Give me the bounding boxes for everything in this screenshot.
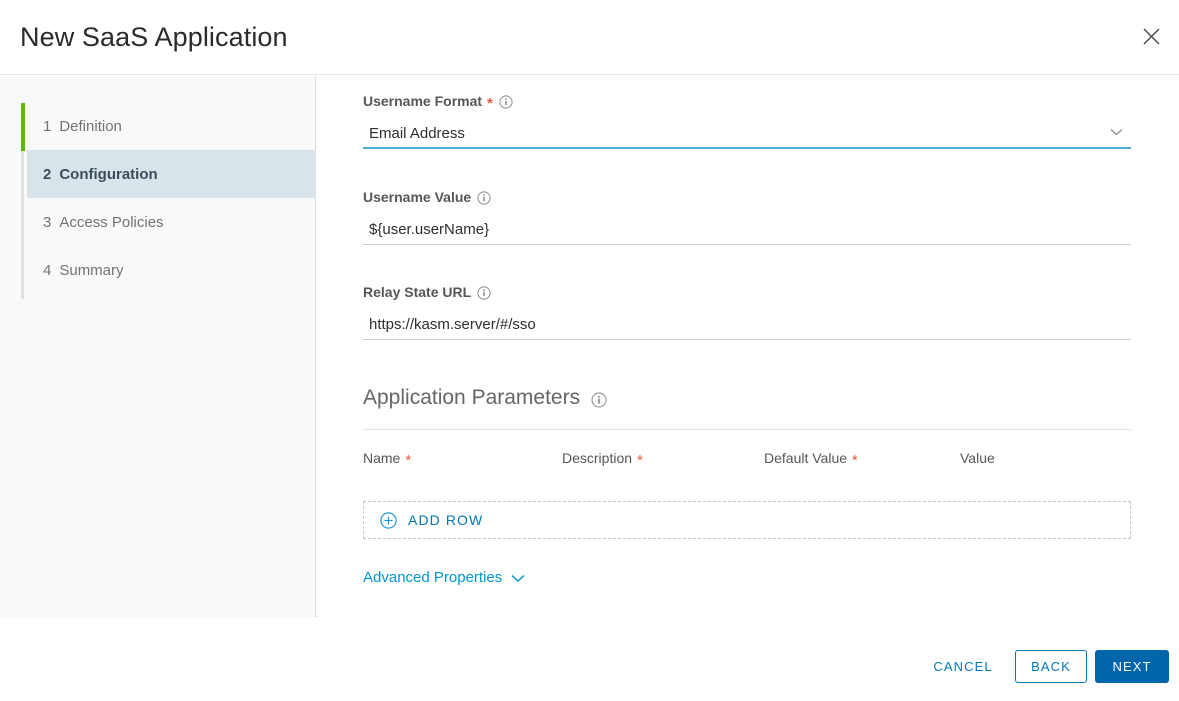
step-label: Configuration <box>59 165 158 183</box>
info-icon[interactable] <box>499 95 513 109</box>
required-asterisk: * <box>487 94 493 112</box>
plus-circle-icon <box>380 511 397 529</box>
section-divider <box>363 429 1131 430</box>
sidebar-item-summary[interactable]: 4 Summary <box>0 246 316 294</box>
step-label: Definition <box>59 117 122 135</box>
username-value-field: Username Value ${user.userName} <box>363 189 1131 245</box>
username-value-label: Username Value <box>363 189 1131 205</box>
relay-state-url-input[interactable]: https://kasm.server/#/sso <box>363 310 1131 340</box>
application-parameters-title: Application Parameters <box>363 386 1131 410</box>
dialog-body: 1 Definition 2 Configuration 3 Access Po… <box>0 76 1179 617</box>
step-number: 1 <box>43 117 52 135</box>
next-button[interactable]: NEXT <box>1095 650 1169 683</box>
step-label: Access Policies <box>59 213 164 231</box>
username-format-select[interactable]: Email Address <box>363 119 1131 149</box>
username-format-label: Username Format * <box>363 93 1131 112</box>
relay-state-url-text: https://kasm.server/#/sso <box>369 316 536 333</box>
username-value-input[interactable]: ${user.userName} <box>363 215 1131 245</box>
step-label: Summary <box>59 261 124 279</box>
username-format-value: Email Address <box>369 124 465 142</box>
column-label: Name <box>363 450 401 466</box>
column-label: Value <box>960 450 995 466</box>
add-row-button[interactable]: ADD ROW <box>363 501 1131 539</box>
chevron-down-icon <box>1110 128 1123 136</box>
username-format-field: Username Format * Email Address <box>363 93 1131 149</box>
step-number: 3 <box>43 213 52 231</box>
label-text: Username Format <box>363 93 483 109</box>
dialog-footer: CANCEL BACK NEXT <box>0 618 1179 701</box>
relay-state-url-field: Relay State URL https://kasm.server/#/ss… <box>363 284 1131 340</box>
sidebar-item-access-policies[interactable]: 3 Access Policies <box>0 198 316 246</box>
application-parameters-section: Application Parameters Name * Descriptio… <box>363 386 1131 587</box>
chevron-down-icon <box>511 574 525 583</box>
required-asterisk: * <box>852 451 858 469</box>
close-icon[interactable] <box>1133 18 1169 54</box>
page-title: New SaaS Application <box>20 22 288 52</box>
column-header-default-value: Default Value * <box>764 450 858 469</box>
parameters-table-header: Name * Description * Default Value * Val… <box>363 450 1131 478</box>
sidebar-item-configuration[interactable]: 2 Configuration <box>27 150 316 198</box>
column-label: Description <box>562 450 633 466</box>
label-text: Relay State URL <box>363 284 472 300</box>
step-number: 2 <box>43 165 52 183</box>
advanced-properties-label: Advanced Properties <box>363 569 503 586</box>
column-header-name: Name * <box>363 450 412 469</box>
back-button[interactable]: BACK <box>1015 650 1087 683</box>
username-value-text: ${user.userName} <box>369 221 490 238</box>
add-row-label: ADD ROW <box>408 512 484 528</box>
required-asterisk: * <box>637 451 643 469</box>
info-icon[interactable] <box>477 191 491 205</box>
sidebar-item-definition[interactable]: 1 Definition <box>0 102 316 150</box>
step-number: 4 <box>43 261 52 279</box>
new-saas-application-dialog: New SaaS Application 1 Definition 2 Conf… <box>0 0 1179 701</box>
wizard-sidebar: 1 Definition 2 Configuration 3 Access Po… <box>0 76 316 617</box>
relay-state-url-label: Relay State URL <box>363 284 1131 300</box>
info-icon[interactable] <box>477 286 491 300</box>
column-label: Default Value <box>764 450 848 466</box>
advanced-properties-toggle[interactable]: Advanced Properties <box>363 569 525 586</box>
wizard-step-list: 1 Definition 2 Configuration 3 Access Po… <box>0 102 316 294</box>
section-title-text: Application Parameters <box>363 386 581 409</box>
info-icon[interactable] <box>591 392 607 408</box>
dialog-header: New SaaS Application <box>0 0 1179 75</box>
column-header-description: Description * <box>562 450 643 469</box>
column-header-value: Value <box>960 450 995 466</box>
required-asterisk: * <box>405 451 412 469</box>
label-text: Username Value <box>363 189 472 205</box>
configuration-form-panel: Username Format * Email Address Username… <box>317 76 1179 617</box>
cancel-button[interactable]: CANCEL <box>918 650 1008 683</box>
